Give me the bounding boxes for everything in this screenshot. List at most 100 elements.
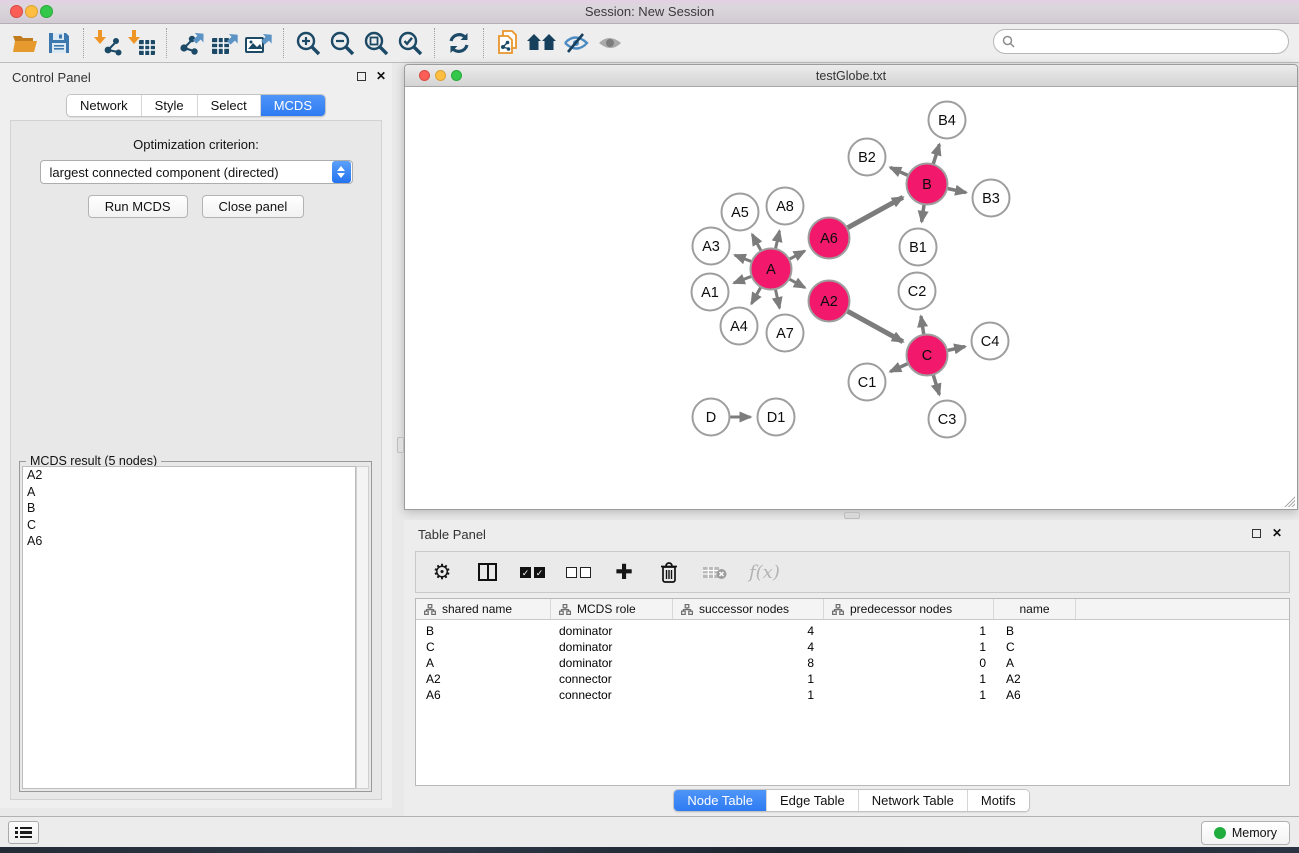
mcds-result-item[interactable]: C — [23, 517, 355, 534]
show-selected-icon[interactable] — [593, 27, 627, 59]
save-session-icon[interactable] — [42, 27, 76, 59]
column-header-predecessor-nodes[interactable]: predecessor nodes — [824, 599, 994, 619]
task-history-button[interactable] — [8, 821, 39, 844]
network-node-C3[interactable]: C3 — [929, 401, 966, 438]
network-edge-A2-C[interactable] — [844, 309, 903, 341]
window-resize-grip[interactable] — [1282, 494, 1295, 507]
table-panel-title: Table Panel — [418, 527, 486, 542]
check-all-icon[interactable]: ✓✓ — [520, 567, 545, 578]
network-node-C4[interactable]: C4 — [972, 323, 1009, 360]
show-all-networks-icon[interactable] — [525, 27, 559, 59]
tab-network-table[interactable]: Network Table — [859, 790, 968, 811]
close-table-panel-icon[interactable]: ✕ — [1272, 526, 1282, 540]
column-header-MCDS-role[interactable]: MCDS role — [551, 599, 673, 619]
close-panel-icon[interactable]: ✕ — [376, 69, 386, 83]
svg-text:A4: A4 — [730, 319, 748, 335]
toolbar-separator — [83, 28, 84, 58]
network-node-A5[interactable]: A5 — [722, 194, 759, 231]
svg-text:B1: B1 — [909, 240, 927, 256]
split-column-icon[interactable] — [475, 563, 499, 581]
mcds-result-item[interactable]: A2 — [23, 467, 355, 484]
network-node-D[interactable]: D — [693, 399, 730, 436]
tab-edge-table[interactable]: Edge Table — [767, 790, 859, 811]
network-edge-A6-B[interactable] — [844, 197, 903, 229]
network-node-B2[interactable]: B2 — [849, 139, 886, 176]
session-title: Session: New Session — [0, 4, 1299, 19]
table-row[interactable]: A2connector11A2 — [416, 671, 1289, 687]
memory-label: Memory — [1232, 826, 1277, 840]
zoom-in-icon[interactable] — [291, 27, 325, 59]
zoom-selected-icon[interactable] — [393, 27, 427, 59]
column-header-shared-name[interactable]: shared name — [416, 599, 551, 619]
search-field[interactable] — [993, 29, 1289, 54]
network-canvas[interactable]: B4 B2 B B3 A8A5 A6 B1 A3 A A1 C2 A2 A4 A7 C4 C C1 C3 D D1 — [406, 87, 1296, 508]
network-node-C[interactable]: C — [907, 335, 948, 376]
network-graph[interactable]: B4 B2 B B3 A8A5 A6 B1 A3 A A1 C2 A2 A4 A7 C4 C C1 C3 D D1 — [406, 87, 1296, 508]
add-icon[interactable]: ✚ — [612, 562, 636, 583]
table-row[interactable]: Cdominator41C — [416, 639, 1289, 655]
mcds-result-list: A2ABCA6 — [22, 466, 356, 789]
tab-network[interactable]: Network — [67, 95, 142, 116]
network-node-A1[interactable]: A1 — [692, 274, 729, 311]
network-node-A[interactable]: A — [751, 249, 792, 290]
network-node-A6[interactable]: A6 — [809, 218, 850, 259]
control-panel-tabs: NetworkStyleSelectMCDS — [66, 94, 326, 117]
open-session-icon[interactable] — [8, 27, 42, 59]
export-image-icon[interactable] — [242, 27, 276, 59]
import-network-icon[interactable] — [91, 27, 125, 59]
zoom-out-icon[interactable] — [325, 27, 359, 59]
mcds-result-item[interactable]: A — [23, 484, 355, 501]
network-node-C2[interactable]: C2 — [899, 273, 936, 310]
result-scrollbar[interactable] — [356, 466, 369, 789]
import-table-icon[interactable] — [125, 27, 159, 59]
table-row[interactable]: Bdominator41B — [416, 623, 1289, 639]
uncheck-all-icon[interactable] — [566, 567, 591, 578]
tab-motifs[interactable]: Motifs — [968, 790, 1029, 811]
zoom-fit-icon[interactable] — [359, 27, 393, 59]
network-node-A8[interactable]: A8 — [767, 188, 804, 225]
hide-selected-icon[interactable] — [559, 27, 593, 59]
trash-icon[interactable] — [657, 561, 681, 583]
network-node-B3[interactable]: B3 — [973, 180, 1010, 217]
tab-select[interactable]: Select — [198, 95, 261, 116]
network-node-A4[interactable]: A4 — [721, 308, 758, 345]
export-network-icon[interactable] — [174, 27, 208, 59]
table-row[interactable]: A6connector11A6 — [416, 687, 1289, 703]
network-node-D1[interactable]: D1 — [758, 399, 795, 436]
horizontal-split-handle[interactable] — [844, 512, 860, 519]
table-cell: A — [416, 655, 551, 671]
network-node-B[interactable]: B — [907, 164, 948, 205]
network-node-B1[interactable]: B1 — [900, 229, 937, 266]
gear-icon[interactable]: ⚙ — [430, 562, 454, 583]
duplicate-network-icon[interactable] — [491, 27, 525, 59]
table-row[interactable]: Adominator80A — [416, 655, 1289, 671]
tab-style[interactable]: Style — [142, 95, 198, 116]
network-node-A2[interactable]: A2 — [809, 281, 850, 322]
mcds-result-item[interactable]: B — [23, 500, 355, 517]
run-mcds-button[interactable]: Run MCDS — [88, 195, 188, 218]
tab-node-table[interactable]: Node Table — [674, 790, 767, 811]
column-header-name[interactable]: name — [994, 599, 1076, 619]
close-panel-button[interactable]: Close panel — [202, 195, 305, 218]
horizontal-split-divider[interactable] — [404, 511, 1299, 520]
tab-mcds[interactable]: MCDS — [261, 95, 325, 116]
memory-button[interactable]: Memory — [1201, 821, 1290, 845]
optimization-dropdown[interactable]: largest connected component (directed) — [40, 160, 353, 184]
mcds-result-item[interactable]: A6 — [23, 533, 355, 550]
network-node-A7[interactable]: A7 — [767, 315, 804, 352]
table-cell: 4 — [673, 639, 824, 655]
svg-text:B4: B4 — [938, 113, 956, 129]
search-input[interactable] — [1020, 35, 1280, 49]
float-panel-icon[interactable] — [357, 72, 366, 81]
column-header-successor-nodes[interactable]: successor nodes — [673, 599, 824, 619]
network-node-C1[interactable]: C1 — [849, 364, 886, 401]
network-node-B4[interactable]: B4 — [929, 102, 966, 139]
refresh-icon[interactable] — [442, 27, 476, 59]
vertical-split-handle[interactable] — [397, 437, 404, 453]
main-toolbar — [0, 24, 1299, 63]
network-node-A3[interactable]: A3 — [693, 228, 730, 265]
table-panel-header: Table Panel ✕ — [404, 520, 1299, 546]
float-table-panel-icon[interactable] — [1252, 529, 1261, 538]
export-table-icon[interactable] — [208, 27, 242, 59]
mcds-panel: Optimization criterion: largest connecte… — [10, 120, 382, 800]
